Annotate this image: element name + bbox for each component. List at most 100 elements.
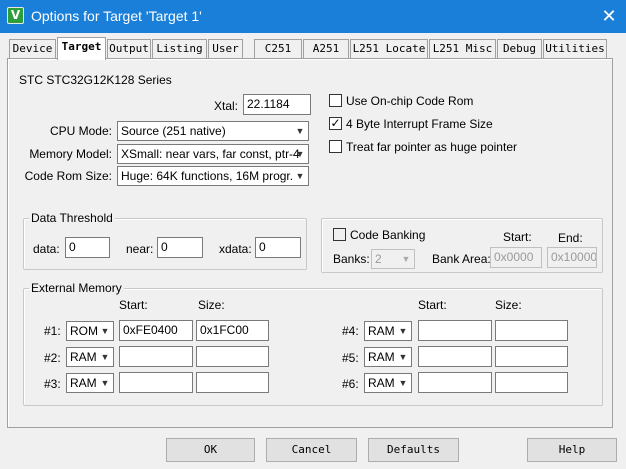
tab-device[interactable]: Device: [9, 39, 56, 59]
code-banking-checkbox[interactable]: [333, 228, 346, 241]
checkmark-icon: ✓: [330, 116, 341, 130]
tab-user[interactable]: User: [208, 39, 243, 59]
xdata-label: xdata:: [219, 242, 252, 256]
ext-start-header-left: Start:: [119, 298, 148, 312]
chevron-down-icon: ▼: [295, 171, 305, 181]
chevron-down-icon: ▼: [398, 326, 408, 336]
ext-size-input[interactable]: [495, 372, 568, 393]
tab-listing[interactable]: Listing: [152, 39, 207, 59]
close-icon[interactable]: ✕: [596, 4, 622, 28]
help-button[interactable]: Help: [527, 438, 617, 462]
ext-type-select[interactable]: RAM ▼: [66, 373, 114, 393]
external-memory-title: External Memory: [29, 281, 124, 295]
ext-row-label: #5:: [342, 351, 359, 365]
ext-size-input[interactable]: [495, 346, 568, 367]
memory-model-value: XSmall: near vars, far const, ptr-4: [121, 147, 300, 161]
ext-type-select[interactable]: ROM ▼: [66, 321, 114, 341]
app-icon: V: [7, 7, 24, 24]
code-rom-size-select[interactable]: Huge: 64K functions, 16M progr. ▼: [117, 166, 309, 186]
tab-utilities[interactable]: Utilities: [543, 39, 607, 59]
ext-start-input[interactable]: [119, 346, 193, 367]
chevron-down-icon: ▼: [295, 126, 305, 136]
ext-start-header-right: Start:: [418, 298, 447, 312]
ext-type-value: ROM: [70, 324, 98, 338]
ext-start-input[interactable]: [119, 372, 193, 393]
chevron-down-icon: ▼: [398, 352, 408, 362]
ext-row-label: #1:: [44, 324, 61, 338]
data-threshold-input[interactable]: 0: [65, 237, 110, 258]
cpu-mode-select[interactable]: Source (251 native) ▼: [117, 121, 309, 141]
ext-size-input[interactable]: [196, 346, 269, 367]
ok-button[interactable]: OK: [166, 438, 255, 462]
ext-start-input[interactable]: 0xFE0400: [119, 320, 193, 341]
ext-size-input[interactable]: 0x1FC00: [196, 320, 269, 341]
ext-size-header-right: Size:: [495, 298, 522, 312]
memory-model-select[interactable]: XSmall: near vars, far const, ptr-4 ▼: [117, 144, 309, 164]
code-banking-label: Code Banking: [350, 228, 426, 242]
window-title: Options for Target 'Target 1': [31, 8, 202, 24]
ext-type-value: RAM: [368, 324, 395, 338]
xtal-label: Xtal:: [213, 99, 238, 113]
bank-area-label: Bank Area:: [432, 252, 491, 266]
bank-area-end-input[interactable]: 0x10000: [547, 247, 597, 268]
ext-type-value: RAM: [368, 376, 395, 390]
code-rom-size-value: Huge: 64K functions, 16M progr.: [121, 169, 294, 183]
tab-l251-misc[interactable]: L251 Misc: [429, 39, 496, 59]
banks-label: Banks:: [333, 252, 370, 266]
interrupt-frame-checkbox[interactable]: ✓: [329, 117, 342, 130]
near-threshold-input[interactable]: 0: [157, 237, 203, 258]
bank-area-start-input[interactable]: 0x0000: [490, 247, 542, 268]
ext-type-select[interactable]: RAM ▼: [364, 321, 412, 341]
chevron-down-icon: ▼: [100, 326, 110, 336]
ext-row-label: #3:: [44, 377, 61, 391]
chevron-down-icon: ▼: [398, 378, 408, 388]
ext-row-label: #4:: [342, 324, 359, 338]
use-onchip-label: Use On-chip Code Rom: [346, 94, 474, 108]
tab-target[interactable]: Target: [57, 37, 106, 60]
far-pointer-checkbox[interactable]: [329, 140, 342, 153]
chevron-down-icon: ▼: [100, 378, 110, 388]
ext-type-value: RAM: [70, 376, 97, 390]
ext-start-input[interactable]: [418, 346, 492, 367]
bank-start-header: Start:: [503, 230, 532, 244]
xtal-input[interactable]: 22.1184: [243, 94, 311, 115]
ext-size-input[interactable]: [196, 372, 269, 393]
tab-l251-locate[interactable]: L251 Locate: [350, 39, 428, 59]
ext-type-value: RAM: [70, 350, 97, 364]
tab-debug[interactable]: Debug: [497, 39, 542, 59]
ext-size-input[interactable]: [495, 320, 568, 341]
chevron-down-icon: ▼: [401, 254, 411, 264]
far-pointer-label: Treat far pointer as huge pointer: [346, 140, 517, 154]
ext-type-select[interactable]: RAM ▼: [66, 347, 114, 367]
use-onchip-checkbox[interactable]: [329, 94, 342, 107]
interrupt-frame-label: 4 Byte Interrupt Frame Size: [346, 117, 493, 131]
cancel-button[interactable]: Cancel: [266, 438, 357, 462]
ext-start-input[interactable]: [418, 320, 492, 341]
chevron-down-icon: ▼: [100, 352, 110, 362]
bank-end-header: End:: [558, 231, 583, 245]
code-rom-size-label: Code Rom Size:: [24, 169, 112, 183]
defaults-button[interactable]: Defaults: [368, 438, 459, 462]
banks-value: 2: [375, 252, 382, 266]
near-label: near:: [126, 242, 154, 256]
tab-output[interactable]: Output: [107, 39, 151, 59]
ext-row-label: #2:: [44, 351, 61, 365]
chevron-down-icon: ▼: [295, 149, 305, 159]
xdata-threshold-input[interactable]: 0: [255, 237, 301, 258]
ext-type-select[interactable]: RAM ▼: [364, 373, 412, 393]
cpu-mode-label: CPU Mode:: [49, 124, 112, 138]
ext-type-select[interactable]: RAM ▼: [364, 347, 412, 367]
cpu-mode-value: Source (251 native): [121, 124, 226, 138]
ext-start-input[interactable]: [418, 372, 492, 393]
memory-model-label: Memory Model:: [29, 147, 112, 161]
tab-a251[interactable]: A251: [303, 39, 349, 59]
title-bar: V Options for Target 'Target 1' ✕: [0, 0, 626, 33]
device-name: STC STC32G12K128 Series: [19, 73, 172, 87]
ext-row-label: #6:: [342, 377, 359, 391]
ext-type-value: RAM: [368, 350, 395, 364]
ext-size-header-left: Size:: [198, 298, 225, 312]
data-label: data:: [33, 242, 60, 256]
data-threshold-title: Data Threshold: [29, 211, 115, 225]
banks-select[interactable]: 2 ▼: [371, 249, 415, 269]
tab-c251[interactable]: C251: [254, 39, 302, 59]
